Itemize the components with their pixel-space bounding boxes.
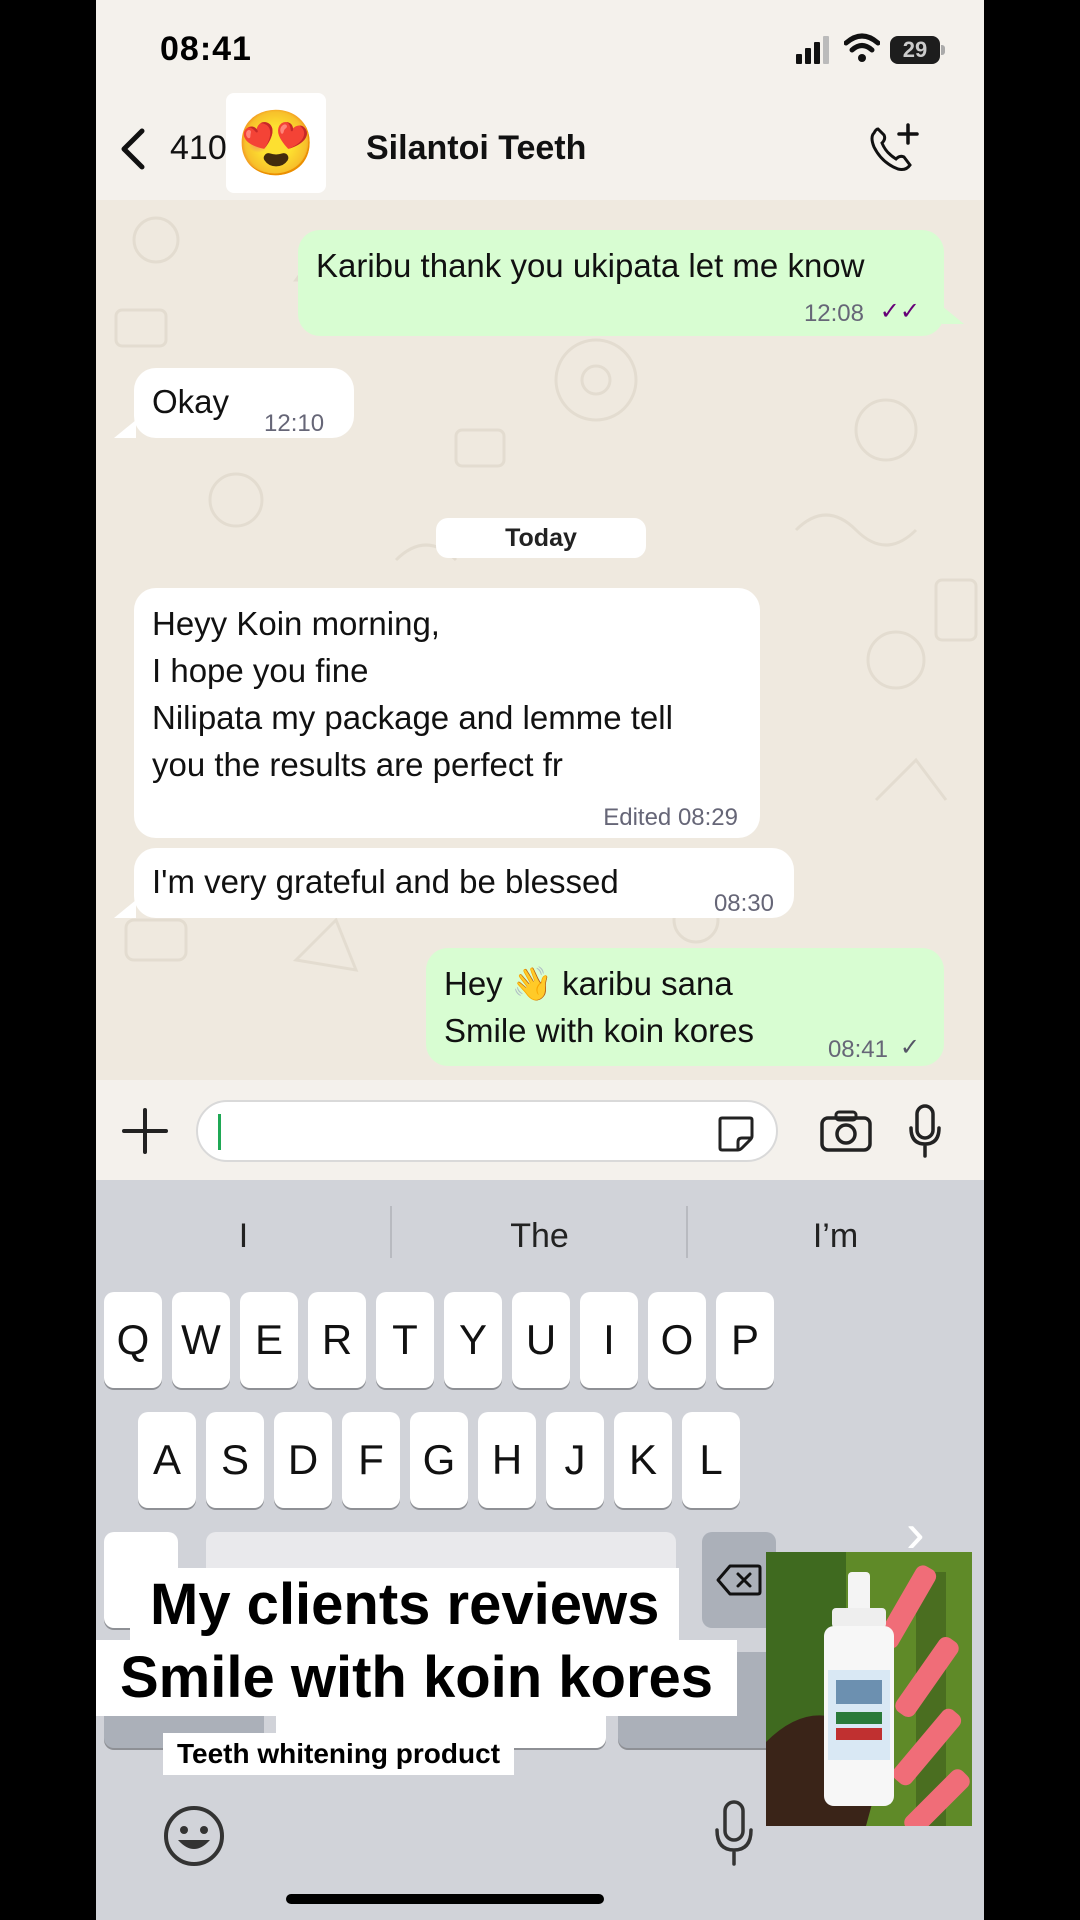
signal-icon	[796, 36, 829, 64]
key-a[interactable]: A	[138, 1412, 196, 1508]
message-time: 08:30	[713, 890, 774, 917]
suggestion-3[interactable]: I’m	[688, 1206, 983, 1266]
key-h[interactable]: H	[478, 1412, 536, 1508]
dictation-microphone-icon[interactable]	[714, 1800, 754, 1866]
key-u[interactable]: U	[512, 1292, 570, 1388]
wifi-icon	[844, 33, 880, 62]
key-g[interactable]: G	[410, 1412, 468, 1508]
message-bubble-outgoing[interactable]: Hey 👋 karibu sana Smile with koin kores …	[426, 948, 944, 1066]
message-text: Okay	[152, 383, 230, 420]
plus-icon[interactable]	[122, 1108, 168, 1154]
key-k[interactable]: K	[614, 1412, 672, 1508]
home-indicator	[286, 1894, 604, 1904]
caption-line-3: Teeth whitening product	[163, 1733, 515, 1775]
delete-icon	[716, 1564, 762, 1596]
delete-key[interactable]	[702, 1532, 776, 1628]
key-l[interactable]: L	[682, 1412, 740, 1508]
message-time: 12:08	[803, 300, 864, 327]
bubble-tail	[942, 306, 964, 324]
key-s[interactable]: S	[206, 1412, 264, 1508]
message-time: 08:41	[827, 1036, 888, 1063]
emoji-icon[interactable]	[162, 1804, 226, 1868]
key-q[interactable]: Q	[104, 1292, 162, 1388]
key-f[interactable]: F	[342, 1412, 400, 1508]
avatar[interactable]: 😍	[226, 93, 326, 193]
message-line: Nilipata my package and lemme tell	[152, 699, 673, 736]
contact-name[interactable]: Silantoi Teeth	[366, 129, 586, 168]
key-w[interactable]: W	[172, 1292, 230, 1388]
key-y[interactable]: Y	[444, 1292, 502, 1388]
add-call-icon[interactable]	[866, 123, 920, 173]
sent-tick-icon: ✓	[899, 1034, 920, 1061]
camera-icon[interactable]	[820, 1110, 872, 1152]
chat-header: 410 😍 Silantoi Teeth	[96, 93, 984, 201]
message-input[interactable]	[196, 1100, 778, 1162]
message-text: Karibu thank you ukipata let me know	[316, 247, 865, 284]
message-bubble-outgoing[interactable]: Karibu thank you ukipata let me know 12:…	[298, 230, 944, 336]
back-chevron-icon[interactable]	[118, 127, 148, 171]
message-time: Edited 08:29	[603, 804, 738, 831]
key-d[interactable]: D	[274, 1412, 332, 1508]
bubble-tail	[114, 420, 136, 438]
microphone-icon[interactable]	[908, 1104, 942, 1158]
status-time: 08:41	[160, 30, 252, 68]
message-time: 12:10	[264, 410, 325, 437]
caption-line-2: Smile with koin kores	[96, 1640, 738, 1716]
read-ticks-icon: ✓✓	[879, 298, 920, 325]
suggestion-2[interactable]: The	[392, 1206, 687, 1266]
key-p[interactable]: P	[716, 1292, 774, 1388]
message-line: you the results are perfect fr	[152, 746, 563, 783]
product-photo	[766, 1552, 972, 1826]
key-j[interactable]: J	[546, 1412, 604, 1508]
bubble-tail	[114, 900, 136, 918]
key-o[interactable]: O	[648, 1292, 706, 1388]
battery-icon: 29	[890, 36, 946, 64]
text-caret	[218, 1114, 221, 1150]
key-t[interactable]: T	[376, 1292, 434, 1388]
composer-bar	[96, 1080, 984, 1180]
suggestion-1[interactable]: I	[96, 1206, 391, 1266]
caption-line-1: My clients reviews	[130, 1568, 680, 1642]
message-line: I hope you fine	[152, 652, 369, 689]
message-list[interactable]: Karibu thank you ukipata let me know 12:…	[96, 200, 984, 1080]
sticker-icon[interactable]	[716, 1114, 756, 1154]
date-separator: Today	[436, 518, 646, 558]
message-bubble-incoming[interactable]: Heyy Koin morning, I hope you fine Nilip…	[134, 588, 760, 838]
key-i[interactable]: I	[580, 1292, 638, 1388]
message-line: Heyy Koin morning,	[152, 605, 440, 642]
message-text: I'm very grateful and be blessed	[152, 863, 619, 900]
message-bubble-incoming[interactable]: Okay 12:10	[134, 368, 354, 438]
unread-count[interactable]: 410	[170, 129, 227, 168]
key-e[interactable]: E	[240, 1292, 298, 1388]
message-line: Hey 👋 karibu sana	[444, 965, 733, 1002]
key-r[interactable]: R	[308, 1292, 366, 1388]
status-bar: 08:41 29	[96, 0, 984, 95]
message-line: Smile with koin kores	[444, 1012, 754, 1049]
message-bubble-incoming[interactable]: I'm very grateful and be blessed 08:30	[134, 848, 794, 918]
battery-level: 29	[902, 37, 928, 62]
